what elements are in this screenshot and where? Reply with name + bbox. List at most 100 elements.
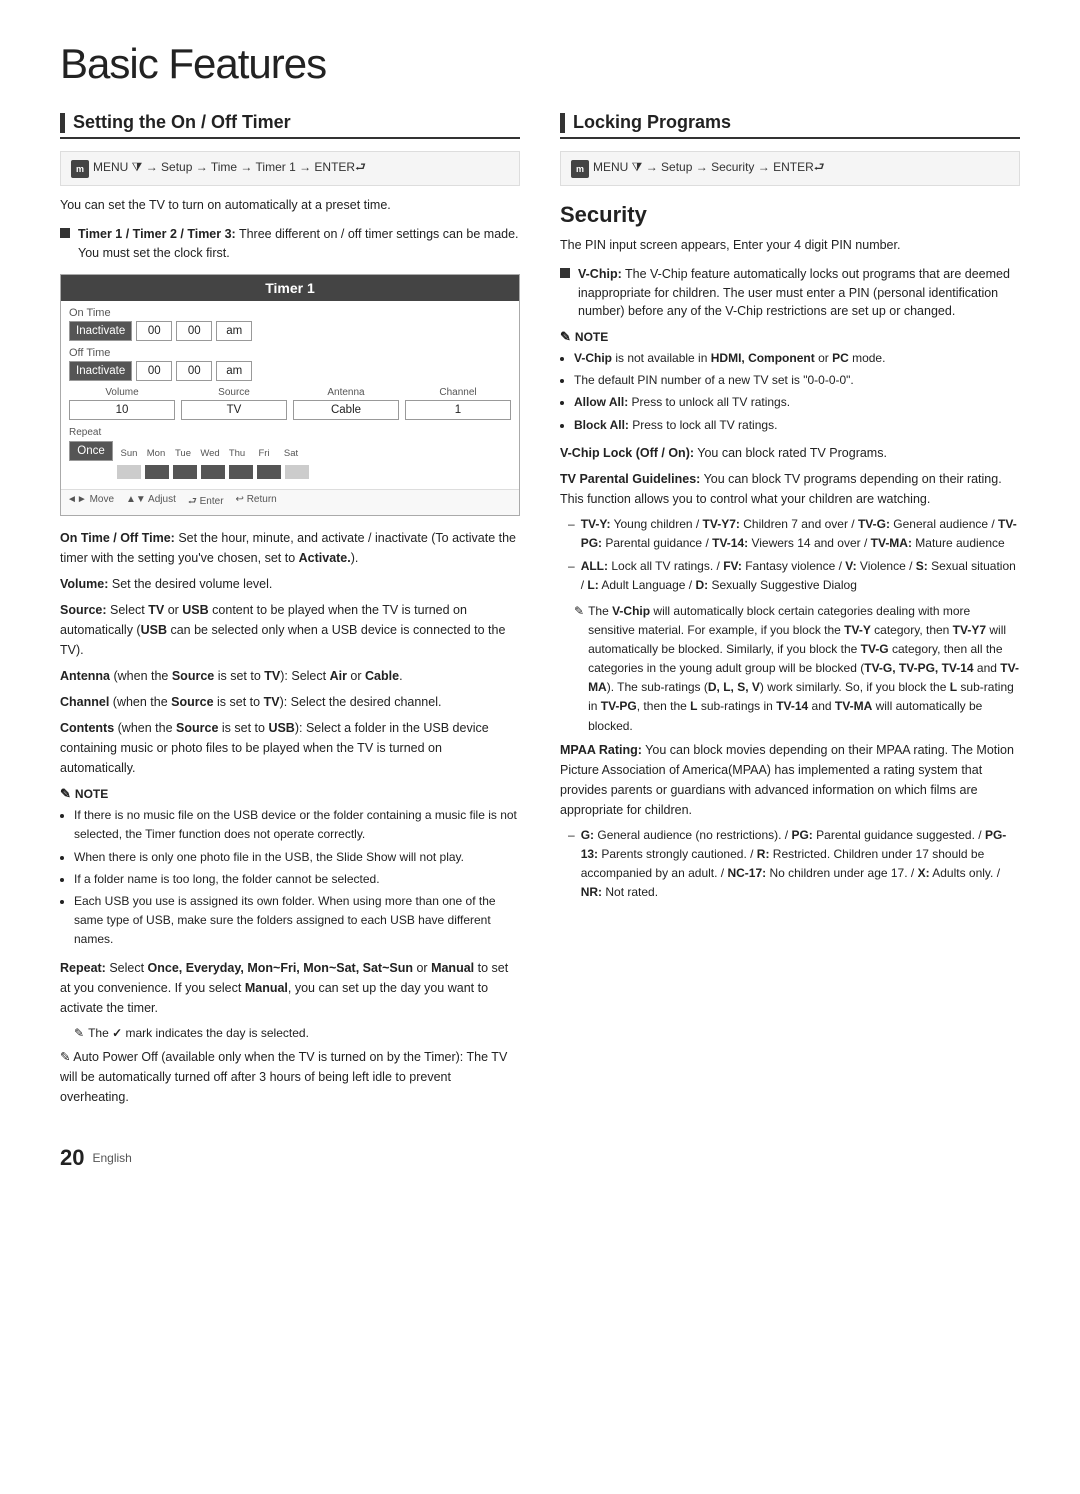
contents-text: Contents (when the Source is set to USB)… [60, 718, 520, 778]
page-number-row: 20 English [60, 1145, 1020, 1171]
days-row: Sun Mon Tue Wed Thu Fri Sat [117, 448, 303, 459]
antenna-text: Antenna (when the Source is set to TV): … [60, 666, 520, 686]
section-bar-right [560, 113, 565, 133]
off-time-inactive: Inactivate [69, 361, 132, 381]
tv-parental-text: TV Parental Guidelines: You can block TV… [560, 469, 1020, 509]
on-time-m: 00 [176, 321, 212, 341]
dash-mpaa: – [568, 826, 575, 845]
repeat-val-row: Once Sun Mon Tue Wed Thu Fri Sat [69, 441, 511, 461]
timer-nav: ◄► Move ▲▼ Adjust ⮐ Enter ↩ Return [61, 489, 519, 515]
tv-rating-2-text: ALL: Lock all TV ratings. / FV: Fantasy … [581, 557, 1020, 595]
left-note-list: If there is no music file on the USB dev… [60, 806, 520, 949]
day-wed-label: Wed [198, 448, 222, 459]
auto-power-text: ✎ Auto Power Off (available only when th… [60, 1047, 520, 1107]
on-off-time-text: On Time / Off Time: Set the hour, minute… [60, 528, 520, 568]
right-menu-path-text: MENU ⧩ → Setup → Security → ENTER⮐ [593, 158, 825, 179]
repeat-val: Once [69, 441, 113, 461]
left-note-label: ✎ NOTE [60, 786, 520, 802]
repeat-label: Repeat [69, 427, 101, 438]
left-column: Setting the On / Off Timer m MENU ⧩ → Se… [60, 112, 520, 1113]
on-time-ampm: am [216, 321, 252, 341]
dash-2: – [568, 557, 575, 576]
on-time-h: 00 [136, 321, 172, 341]
on-time-label: On Time [69, 307, 511, 319]
right-column: Locking Programs m MENU ⧩ → Setup → Secu… [560, 112, 1020, 1113]
left-section-header: Setting the On / Off Timer [60, 112, 520, 139]
mpaa-text: MPAA Rating: You can block movies depend… [560, 740, 1020, 820]
tv-rating-1-text: TV-Y: Young children / TV-Y7: Children 7… [581, 515, 1020, 553]
day-fri-label: Fri [252, 448, 276, 459]
day-box-sat [285, 465, 309, 479]
bullet-square-timer [60, 228, 70, 238]
nav-enter: ⮐ Enter [188, 494, 224, 511]
right-note-label: ✎ NOTE [560, 329, 1020, 345]
left-menu-path-text: MENU ⧩ → Setup → Time → Timer 1 → ENTER⮐ [93, 158, 366, 179]
day-box-tue [173, 465, 197, 479]
right-note-section: ✎ NOTE V-Chip is not available in HDMI, … [560, 329, 1020, 435]
on-time-inactive: Inactivate [69, 321, 132, 341]
note-item-1: If there is no music file on the USB dev… [74, 806, 520, 844]
vchip-bullet-text: V-Chip: The V-Chip feature automatically… [578, 265, 1020, 321]
right-note-list: V-Chip is not available in HDMI, Compone… [560, 349, 1020, 435]
mpaa-ratings: – G: General audience (no restrictions).… [568, 826, 1020, 903]
repeat-text: Repeat: Select Once, Everyday, Mon~Fri, … [60, 958, 520, 1018]
timer-bullet: Timer 1 / Timer 2 / Timer 3: Three diffe… [60, 225, 520, 263]
left-note-section: ✎ NOTE If there is no music file on the … [60, 786, 520, 949]
mpaa-ratings-list: – G: General audience (no restrictions).… [560, 826, 1020, 903]
vchip-auto-note-text: The V-Chip will automatically block cert… [588, 602, 1020, 736]
right-intro: The PIN input screen appears, Enter your… [560, 236, 1020, 255]
timer-inner: On Time Inactivate 00 00 am Off Time Ina… [61, 301, 519, 489]
day-box-fri [257, 465, 281, 479]
val-volume: 10 [69, 400, 175, 420]
off-time-ampm: am [216, 361, 252, 381]
note-item-3: If a folder name is too long, the folder… [74, 870, 520, 889]
security-title: Security [560, 202, 1020, 228]
col-channel-header: Channel [405, 387, 511, 398]
left-intro: You can set the TV to turn on automatica… [60, 196, 520, 215]
section-bar-left [60, 113, 65, 133]
right-note-item-1: V-Chip is not available in HDMI, Compone… [574, 349, 1020, 368]
off-time-m: 00 [176, 361, 212, 381]
mpaa-ratings-text: G: General audience (no restrictions). /… [581, 826, 1020, 903]
off-time-row: Inactivate 00 00 am [69, 361, 511, 381]
timer-box: Timer 1 On Time Inactivate 00 00 am Off … [60, 274, 520, 516]
right-section-title: Locking Programs [573, 112, 731, 133]
day-sun-label: Sun [117, 448, 141, 459]
timer-bullet-text: Timer 1 / Timer 2 / Timer 3: Three diffe… [78, 225, 520, 263]
page-number: 20 [60, 1145, 84, 1171]
on-time-row: Inactivate 00 00 am [69, 321, 511, 341]
check-note: ✎ The ✓ mark indicates the day is select… [74, 1024, 520, 1043]
off-time-label: Off Time [69, 347, 511, 359]
day-box-thu [229, 465, 253, 479]
check-note-text: The ✓ mark indicates the day is selected… [88, 1024, 309, 1043]
note-pencil-icon-4: ✎ [574, 602, 584, 621]
right-note-item-3: Allow All: Press to unlock all TV rating… [574, 393, 1020, 412]
bullet-square-vchip [560, 268, 570, 278]
day-box-mon [145, 465, 169, 479]
nav-return: ↩ Return [236, 494, 277, 511]
page-title: Basic Features [60, 40, 1020, 88]
day-box-wed [201, 465, 225, 479]
nav-adjust: ▲▼ Adjust [126, 494, 176, 511]
vchip-lock-text: V-Chip Lock (Off / On): You can block ra… [560, 443, 1020, 463]
right-note-item-4: Block All: Press to lock all TV ratings. [574, 416, 1020, 435]
note-pencil-icon-2: ✎ [74, 1024, 84, 1043]
note-item-4: Each USB you use is assigned its own fol… [74, 892, 520, 950]
day-mon-label: Mon [144, 448, 168, 459]
menu-icon-left: m [71, 160, 89, 178]
off-time-h: 00 [136, 361, 172, 381]
page-language: English [92, 1151, 131, 1165]
col-volume-header: Volume [69, 387, 175, 398]
channel-text: Channel (when the Source is set to TV): … [60, 692, 520, 712]
day-box-sun [117, 465, 141, 479]
right-note-label-text: NOTE [575, 330, 608, 344]
menu-icon-right: m [571, 160, 589, 178]
timer-cols-vals: 10 TV Cable 1 [69, 400, 511, 420]
timer-cols-header: Volume Source Antenna Channel [69, 387, 511, 398]
nav-move: ◄► Move [67, 494, 114, 511]
vchip-auto-note: ✎ The V-Chip will automatically block ce… [574, 602, 1020, 736]
right-section-header: Locking Programs [560, 112, 1020, 139]
col-source-header: Source [181, 387, 287, 398]
dash-1: – [568, 515, 575, 534]
note-pencil-icon-3: ✎ [560, 329, 571, 345]
